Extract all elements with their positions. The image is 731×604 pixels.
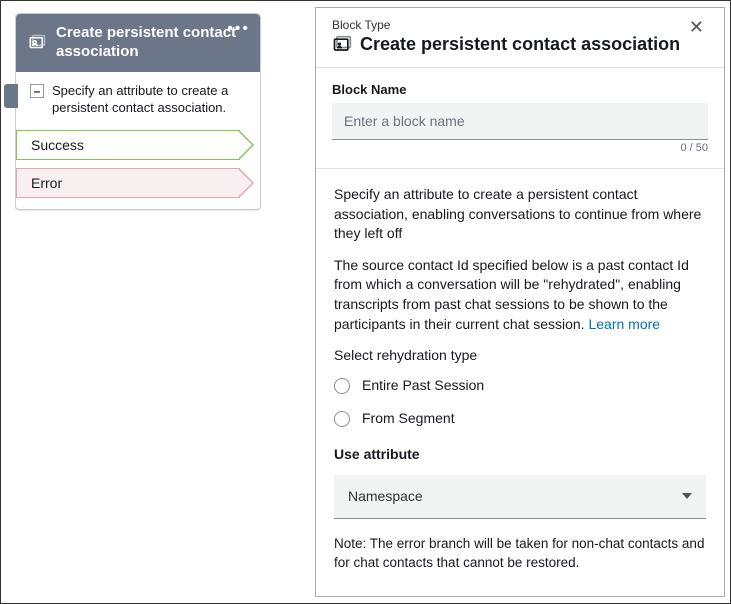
namespace-select-value: Namespace (348, 487, 423, 507)
panel-header: ✕ Block Type Create persistent contact a… (316, 8, 724, 68)
radio-icon (334, 378, 350, 394)
radio-label: From Segment (362, 409, 455, 429)
error-branch-note: Note: The error branch will be taken for… (334, 535, 706, 573)
learn-more-link[interactable]: Learn more (588, 316, 660, 332)
output-error-label: Error (16, 168, 240, 198)
panel-body: Specify an attribute to create a persist… (316, 169, 724, 596)
close-button[interactable]: ✕ (683, 16, 710, 39)
panel-subtitle: Block Type (332, 18, 708, 32)
block-name-input[interactable] (332, 103, 708, 140)
contact-card-icon (332, 35, 352, 55)
rehydration-type-radio-group: Entire Past Session From Segment (334, 376, 706, 429)
chevron-down-icon (682, 493, 692, 499)
input-connector[interactable] (4, 84, 18, 108)
panel-title-row: Create persistent contact association (332, 34, 708, 55)
output-error-connector[interactable] (240, 168, 260, 198)
flow-block-title: Create persistent contact association (56, 24, 248, 62)
radio-label: Entire Past Session (362, 376, 484, 396)
radio-icon (334, 411, 350, 427)
contact-card-icon (28, 34, 46, 52)
flow-block[interactable]: Create persistent contact association ••… (15, 13, 261, 210)
more-options-icon[interactable]: ••• (227, 20, 250, 38)
output-success-connector[interactable] (240, 130, 260, 160)
block-name-charcount: 0 / 50 (332, 142, 708, 154)
rehydration-type-label: Select rehydration type (334, 346, 706, 366)
output-error[interactable]: Error (16, 167, 260, 199)
config-panel: ✕ Block Type Create persistent contact a… (315, 7, 725, 597)
radio-entire-past-session[interactable]: Entire Past Session (334, 376, 706, 396)
flow-block-header[interactable]: Create persistent contact association ••… (16, 14, 260, 72)
description-paragraph-1: Specify an attribute to create a persist… (334, 185, 706, 244)
output-success[interactable]: Success (16, 129, 260, 161)
collapse-toggle[interactable]: – (30, 84, 44, 98)
panel-title: Create persistent contact association (360, 34, 680, 55)
flow-outputs: Success Error (16, 129, 260, 209)
flow-block-body: – Specify an attribute to create a persi… (16, 72, 260, 123)
block-name-label: Block Name (332, 82, 708, 97)
block-name-section: Block Name 0 / 50 (316, 68, 724, 169)
output-success-label: Success (16, 130, 240, 160)
radio-from-segment[interactable]: From Segment (334, 409, 706, 429)
namespace-select[interactable]: Namespace (334, 475, 706, 520)
flow-block-description: Specify an attribute to create a persist… (52, 82, 246, 117)
use-attribute-label: Use attribute (334, 445, 706, 465)
description-paragraph-2: The source contact Id specified below is… (334, 256, 706, 334)
